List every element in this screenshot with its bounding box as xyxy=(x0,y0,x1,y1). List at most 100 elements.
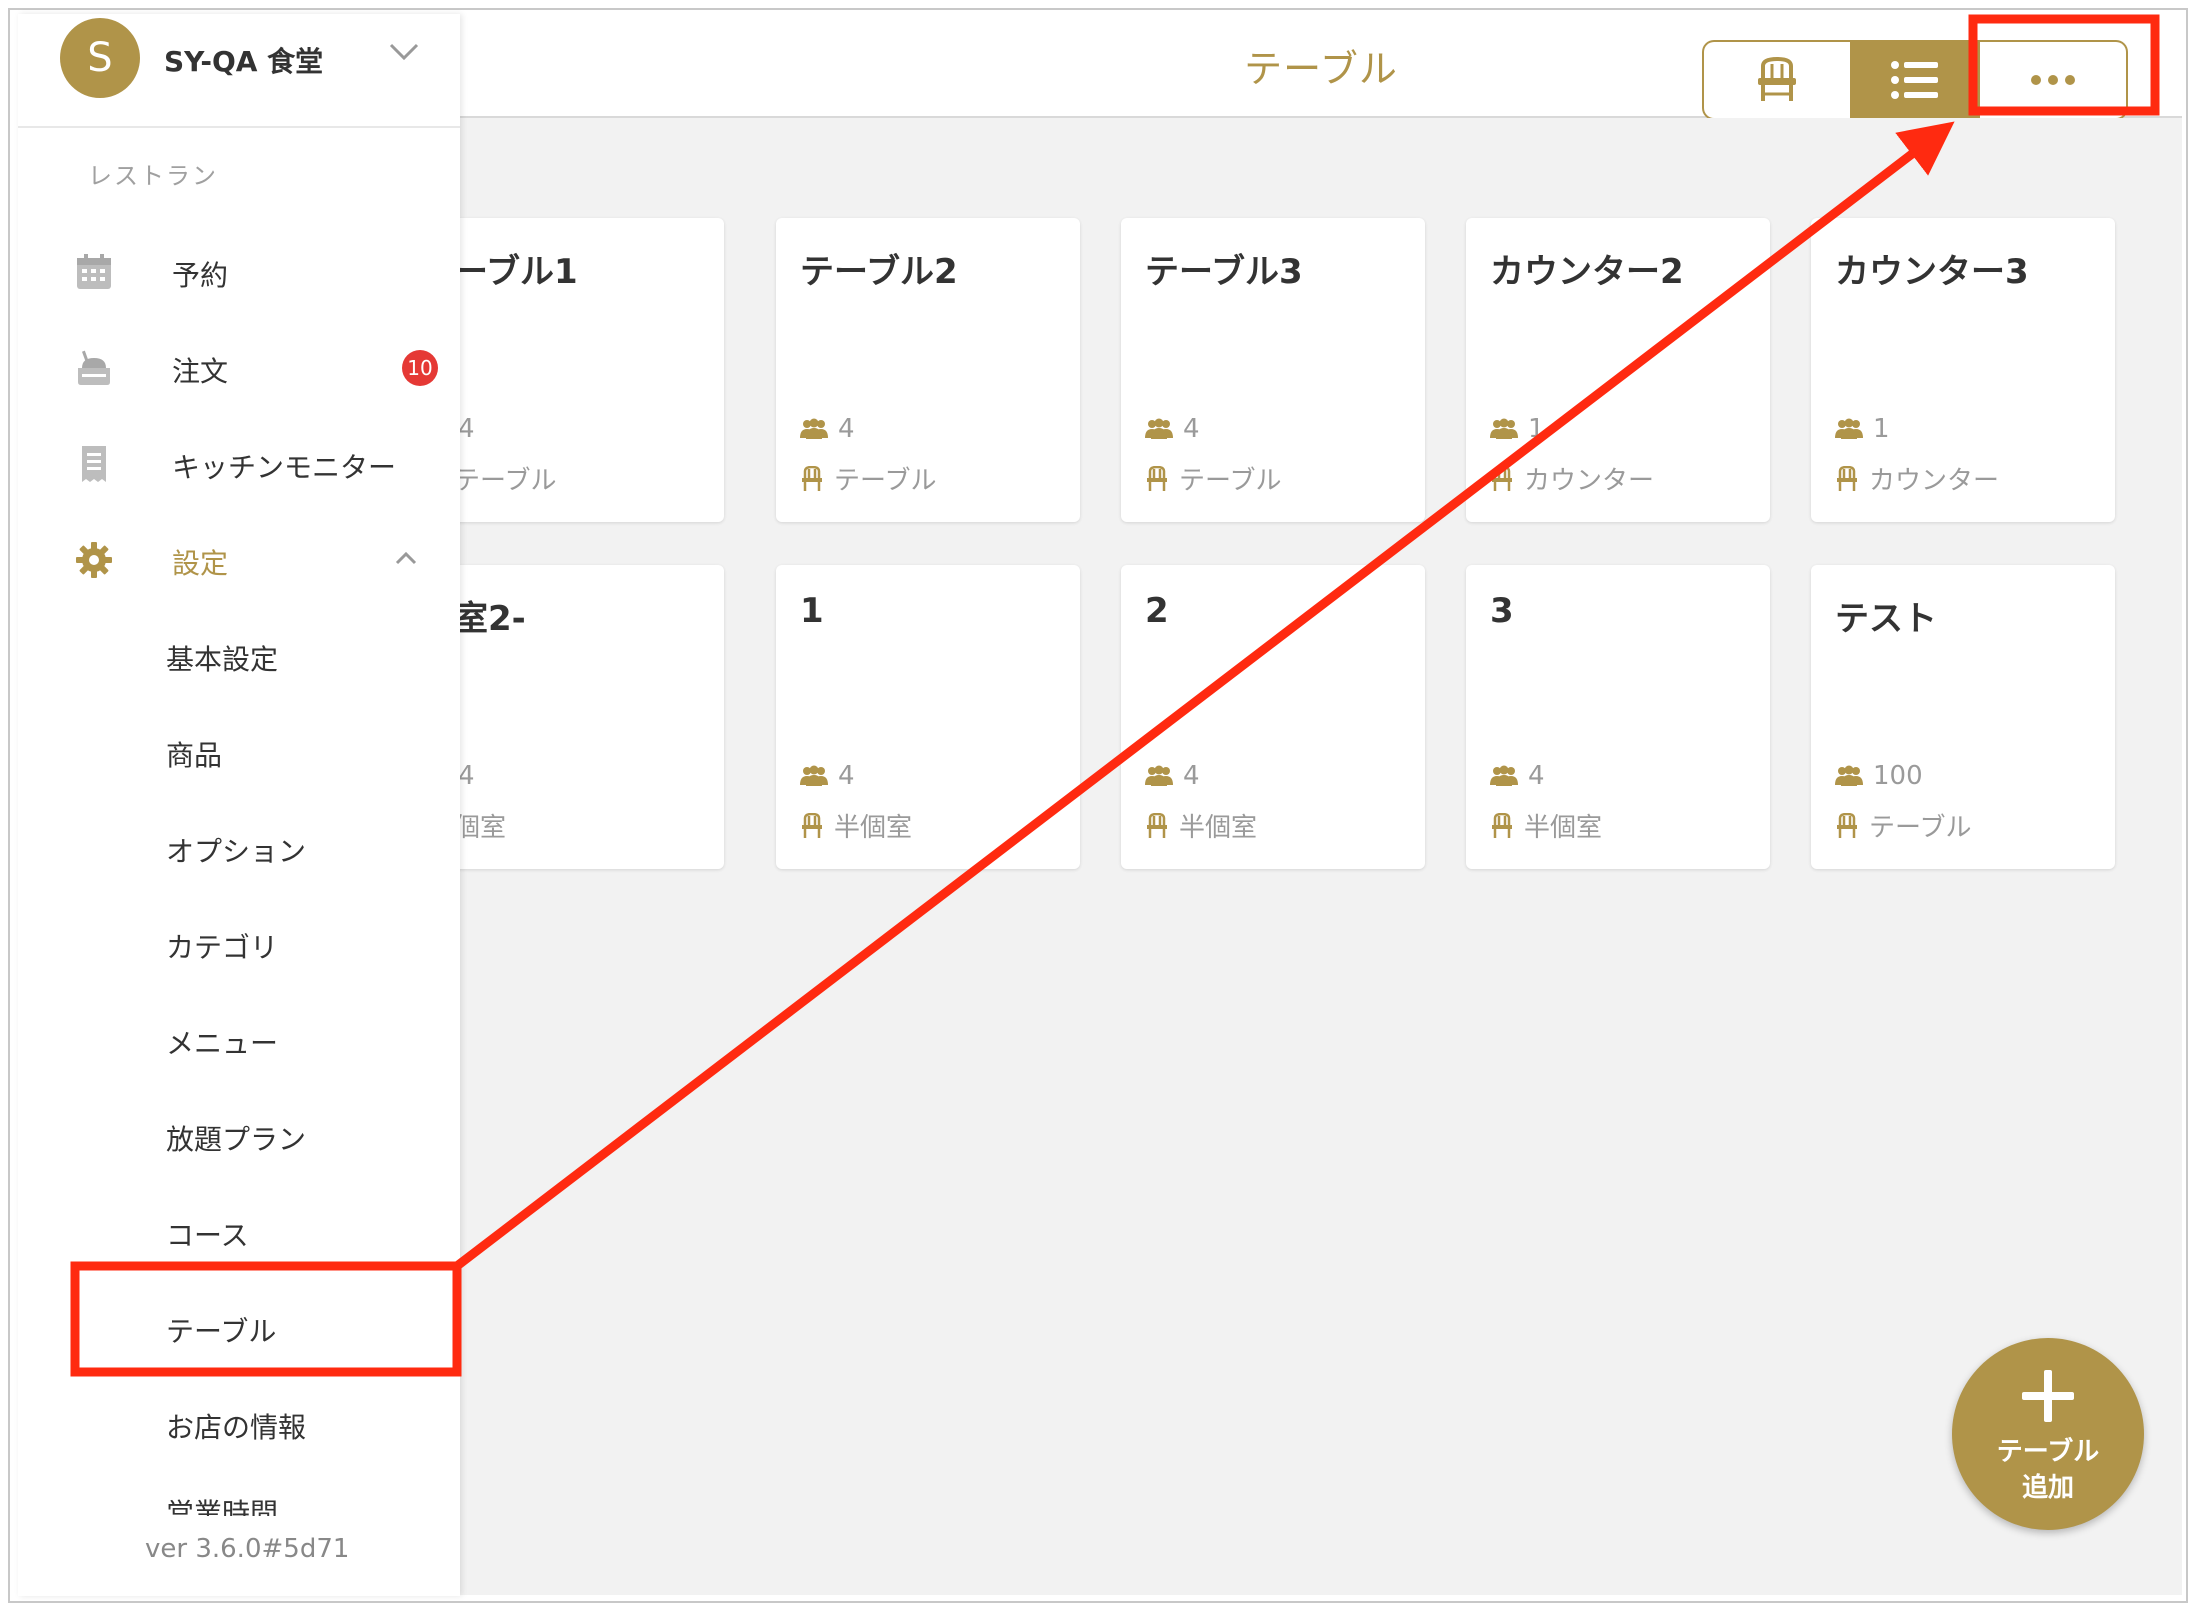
top-bar: テーブル xyxy=(460,16,2182,120)
add-table-button[interactable]: テーブル 追加 xyxy=(1952,1338,2144,1530)
receipt-icon xyxy=(82,446,106,482)
sidebar-subitem-label: お店の情報 xyxy=(166,1411,307,1444)
table-card[interactable]: テーブル2 4 テーブル xyxy=(776,218,1080,522)
sidebar-subitem-label: テーブル xyxy=(166,1315,277,1348)
sidebar-subitem-label: 商品 xyxy=(166,739,223,772)
add-table-label: テーブル 追加 xyxy=(1952,1434,2144,1506)
table-card[interactable]: カウンター3 1 カウンター xyxy=(1811,218,2115,522)
table-capacity-value: 4 xyxy=(1183,414,1200,444)
people-icon xyxy=(1145,765,1173,786)
table-type-value: カウンター xyxy=(1524,466,1655,496)
sidebar-subitem-shop-info[interactable]: お店の情報 xyxy=(18,1384,460,1464)
sidebar-item-settings[interactable]: 設定 xyxy=(18,520,460,600)
sidebar-subitem-menu[interactable]: メニュー xyxy=(18,1000,460,1080)
table-type-value: 半個室 xyxy=(1524,813,1603,843)
gear-icon xyxy=(76,542,112,578)
table-type: カウンター xyxy=(1835,460,1999,497)
sidebar: S SY-QA 食堂 レストラン 予約 注文 10 キッチンモニター 設定 基本… xyxy=(18,14,460,1596)
table-capacity-value: 1 xyxy=(1873,414,1890,444)
table-capacity-value: 4 xyxy=(838,414,855,444)
sidebar-subitem-label: 基本設定 xyxy=(166,643,279,676)
table-capacity-value: 4 xyxy=(1183,761,1200,791)
seat-view-button[interactable] xyxy=(1702,40,1850,120)
table-capacity-value: 1 xyxy=(1528,414,1545,444)
sidebar-item-reservation[interactable]: 予約 xyxy=(18,232,460,312)
table-name: 1 xyxy=(800,591,824,631)
chevron-up-icon xyxy=(395,551,417,565)
chair-icon xyxy=(1147,812,1167,838)
table-name: テーブル2 xyxy=(800,252,958,292)
sidebar-item-orders[interactable]: 注文 10 xyxy=(18,328,460,408)
table-name: テーブル3 xyxy=(1145,252,1303,292)
sidebar-subitem-label: カテゴリ xyxy=(166,931,279,964)
sidebar-subitem-categories[interactable]: カテゴリ xyxy=(18,904,460,984)
sidebar-subitem-label: メニュー xyxy=(166,1027,279,1060)
table-type: テーブル xyxy=(1145,460,1281,497)
table-capacity: 1 xyxy=(1490,414,1545,444)
account-switcher[interactable]: S SY-QA 食堂 xyxy=(18,14,460,128)
orders-count-badge: 10 xyxy=(402,350,438,386)
sidebar-subitem-business-hours[interactable]: 営業時間 xyxy=(166,1494,278,1516)
sidebar-subitem-label: 放題プラン xyxy=(166,1123,307,1156)
table-card[interactable]: 1 4 半個室 xyxy=(776,565,1080,869)
people-icon xyxy=(1490,418,1518,439)
table-capacity: 4 xyxy=(1145,414,1200,444)
list-view-button[interactable] xyxy=(1850,40,1980,120)
table-type-value: 半個室 xyxy=(834,813,913,843)
table-capacity-value: 4 xyxy=(1528,761,1545,791)
table-card[interactable]: テスト 100 テーブル xyxy=(1811,565,2115,869)
table-type: カウンター xyxy=(1490,460,1654,497)
sidebar-item-kitchen-monitor[interactable]: キッチンモニター xyxy=(18,424,460,504)
table-card[interactable]: カウンター2 1 カウンター xyxy=(1466,218,1770,522)
table-capacity: 4 xyxy=(1490,761,1545,791)
sidebar-subitem-products[interactable]: 商品 xyxy=(18,712,460,792)
table-card[interactable]: 個室2- 4 個室 xyxy=(420,565,724,869)
chair-icon xyxy=(1758,56,1796,101)
sidebar-subitem-all-you-can-plans[interactable]: 放題プラン xyxy=(18,1096,460,1176)
table-name: テスト xyxy=(1835,599,1937,639)
sidebar-subitem-options[interactable]: オプション xyxy=(18,808,460,888)
table-capacity: 4 xyxy=(1145,761,1200,791)
sidebar-subitem-courses[interactable]: コース xyxy=(18,1192,460,1272)
chair-icon xyxy=(1837,812,1857,838)
table-type-value: テーブル xyxy=(1179,466,1282,496)
table-capacity-value: 4 xyxy=(838,761,855,791)
table-name: カウンター2 xyxy=(1490,252,1684,292)
people-icon xyxy=(1835,765,1863,786)
table-type: 半個室 xyxy=(1490,807,1602,844)
table-card[interactable]: 3 4 半個室 xyxy=(1466,565,1770,869)
table-capacity-value: 4 xyxy=(458,414,475,444)
sidebar-item-label: 注文 xyxy=(172,355,229,388)
list-icon xyxy=(1891,61,1938,99)
table-name: 3 xyxy=(1490,591,1514,631)
sidebar-subitem-label: オプション xyxy=(166,835,307,868)
table-type-value: テーブル xyxy=(834,466,937,496)
table-card[interactable]: 2 4 半個室 xyxy=(1121,565,1425,869)
chevron-down-icon xyxy=(389,43,419,61)
chair-icon xyxy=(1492,812,1512,838)
more-button[interactable] xyxy=(1980,40,2128,120)
sidebar-item-label: 設定 xyxy=(172,547,229,580)
chair-icon xyxy=(1837,465,1857,491)
table-name: 2 xyxy=(1145,591,1169,631)
add-table-label-line1: テーブル xyxy=(1996,1437,2100,1467)
chair-icon xyxy=(802,812,822,838)
sidebar-item-label: キッチンモニター xyxy=(172,451,397,484)
more-horizontal-icon xyxy=(2031,75,2075,85)
table-type-value: テーブル xyxy=(454,466,557,496)
table-card[interactable]: テーブル1 4 テーブル xyxy=(420,218,724,522)
sidebar-subitem-tables[interactable]: テーブル xyxy=(18,1288,460,1368)
people-icon xyxy=(800,418,828,439)
calendar-icon xyxy=(77,254,111,289)
table-card[interactable]: テーブル3 4 テーブル xyxy=(1121,218,1425,522)
people-icon xyxy=(1490,765,1518,786)
sidebar-subitem-label: コース xyxy=(166,1219,249,1252)
table-type: 半個室 xyxy=(1145,807,1257,844)
chair-icon xyxy=(1492,465,1512,491)
table-capacity: 100 xyxy=(1835,761,1923,791)
sidebar-subitem-basic-settings[interactable]: 基本設定 xyxy=(18,616,460,696)
table-capacity: 4 xyxy=(800,414,855,444)
add-table-label-line2: 追加 xyxy=(2021,1473,2074,1503)
section-label-restaurant: レストラン xyxy=(88,162,218,190)
chair-icon xyxy=(1147,465,1167,491)
